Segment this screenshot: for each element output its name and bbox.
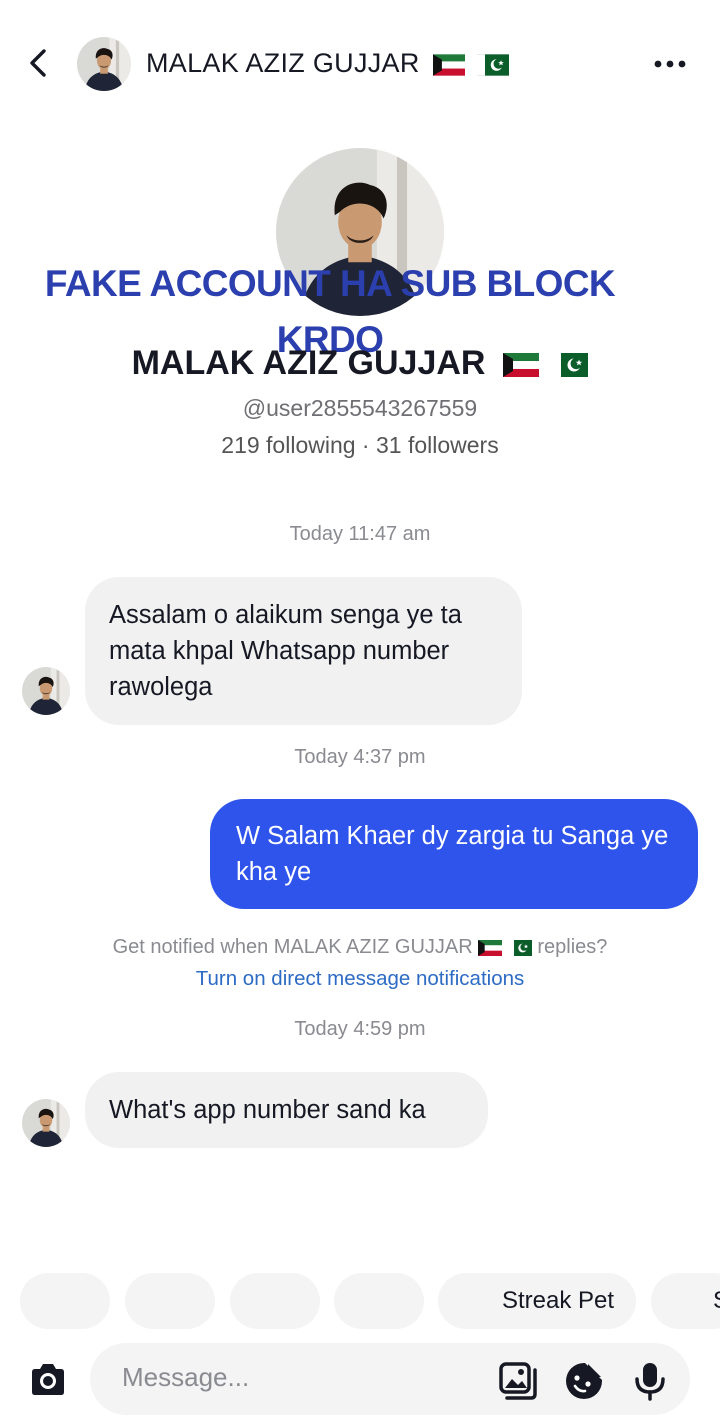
quick-reply-chip[interactable]: [20, 1273, 110, 1329]
back-button[interactable]: [22, 46, 56, 80]
profile-name: MALAK AZIZ GUJJAR: [0, 344, 720, 383]
pakistan-flag-icon: [552, 353, 588, 377]
timestamp: Today 4:37 pm: [294, 746, 426, 768]
sticker-button[interactable]: [563, 1360, 605, 1402]
sender-avatar[interactable]: [22, 667, 70, 715]
image-button[interactable]: [497, 1360, 539, 1402]
timestamp: Today 4:59 pm: [294, 1018, 426, 1040]
kuwait-flag-icon: [478, 940, 502, 956]
image-icon: [499, 1362, 537, 1400]
quick-reply-chip[interactable]: [651, 1273, 720, 1329]
pakistan-flag-icon: [477, 54, 509, 76]
pakistan-flag-icon: [508, 940, 532, 956]
quick-reply-chip[interactable]: [334, 1273, 424, 1329]
enable-notifications-link[interactable]: Turn on direct message notifications: [196, 967, 525, 991]
profile-name-text: MALAK AZIZ GUJJAR: [131, 344, 486, 382]
microphone-button[interactable]: [629, 1360, 671, 1402]
chat-header: MALAK AZIZ GUJJAR: [0, 0, 720, 130]
header-contact-name[interactable]: MALAK AZIZ GUJJAR: [146, 48, 509, 79]
sticker-icon: [566, 1363, 602, 1399]
header-avatar[interactable]: [77, 37, 131, 91]
microphone-icon: [635, 1363, 665, 1401]
profile-username: @user2855543267559: [242, 395, 478, 421]
more-options-button[interactable]: [648, 48, 692, 80]
quick-reply-partial-label: S: [713, 1273, 720, 1329]
header-name-text: MALAK AZIZ GUJJAR: [146, 48, 420, 78]
notification-prompt: Get notified when MALAK AZIZ GUJJAR repl…: [0, 936, 720, 991]
camera-icon: [32, 1364, 64, 1395]
incoming-message[interactable]: Assalam o alaikum senga ye ta mata khpal…: [85, 577, 522, 725]
streak-pet-label: Streak Pet: [502, 1287, 615, 1314]
sender-avatar[interactable]: [22, 1099, 70, 1147]
incoming-message[interactable]: What's app number sand ka: [85, 1072, 488, 1148]
chevron-left-icon: [30, 49, 46, 77]
kuwait-flag-icon: [433, 54, 465, 76]
notification-suffix: replies?: [537, 936, 608, 958]
notification-text: Get notified when MALAK AZIZ GUJJAR repl…: [0, 936, 720, 959]
outgoing-message[interactable]: W Salam Khaer dy zargia tu Sanga ye kha …: [210, 799, 698, 909]
message-placeholder: Message...: [122, 1362, 250, 1392]
profile-stats[interactable]: 219 following · 31 followers: [0, 432, 720, 459]
notification-prefix: Get notified when MALAK AZIZ GUJJAR: [112, 936, 473, 958]
more-horizontal-icon: [654, 60, 686, 68]
camera-button[interactable]: [26, 1358, 70, 1402]
kuwait-flag-icon: [503, 353, 539, 377]
quick-reply-chip[interactable]: [230, 1273, 320, 1329]
quick-reply-chip[interactable]: [125, 1273, 215, 1329]
timestamp: Today 11:47 am: [289, 523, 431, 545]
